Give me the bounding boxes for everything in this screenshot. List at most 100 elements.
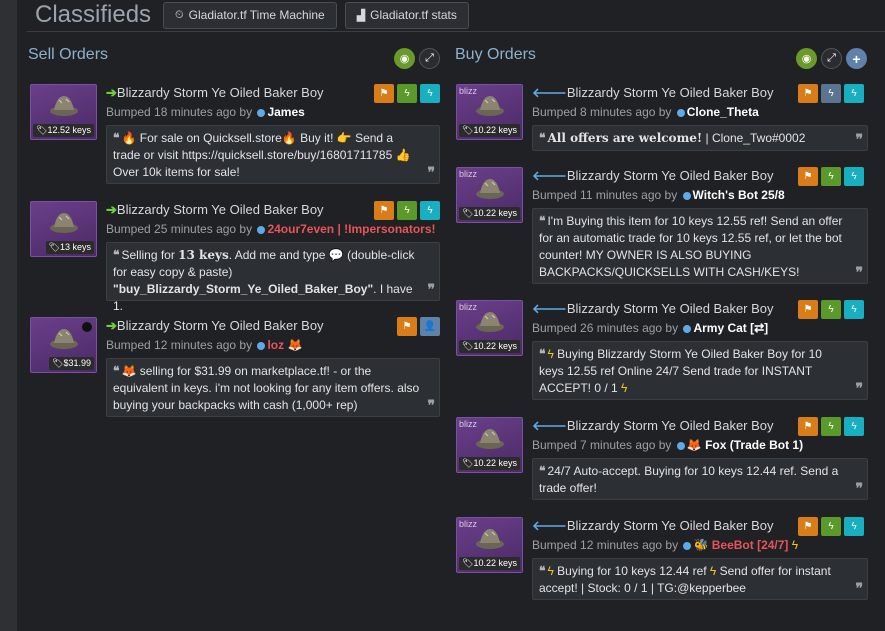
arrow-left-icon: 🡐 bbox=[532, 85, 567, 100]
flag-icon: ⚑ bbox=[402, 321, 412, 332]
quote-end-icon: ❞ bbox=[855, 131, 863, 147]
arrow-left-icon: 🡐 bbox=[532, 301, 567, 316]
header-divider bbox=[27, 31, 885, 32]
bolt-button[interactable]: ϟ bbox=[821, 517, 841, 536]
tag-icon: 🏷 bbox=[48, 242, 60, 252]
bumped-line: Bumped 26 minutes ago by Army Cat [⇄] bbox=[532, 321, 769, 335]
flag-icon: ⚑ bbox=[803, 171, 813, 182]
bolt-button[interactable]: ϟ bbox=[397, 201, 417, 220]
flag-button[interactable]: ⚑ bbox=[397, 317, 417, 336]
bolt-icon: ϟ bbox=[851, 171, 857, 182]
stats-button[interactable]: ▟ Gladiator.tf stats bbox=[344, 1, 469, 29]
listing-title[interactable]: 🡐Blizzardy Storm Ye Oiled Baker Boy bbox=[532, 301, 774, 317]
bolt-button[interactable]: ϟ bbox=[821, 417, 841, 436]
user-link[interactable]: 24our7even | !Impersonators! bbox=[267, 222, 435, 236]
quote-icon: ❝ bbox=[539, 131, 546, 145]
user-status-dot bbox=[257, 225, 266, 234]
item-thumbnail[interactable]: 🏷12.52 keys bbox=[30, 84, 97, 140]
quote-icon: ❝ bbox=[113, 364, 120, 378]
price-tag: 🏷10.22 keys bbox=[459, 457, 520, 470]
thumbs-up-icon: 👍 bbox=[395, 148, 411, 162]
listing-title[interactable]: 🡐Blizzardy Storm Ye Oiled Baker Boy bbox=[532, 168, 774, 184]
bolt-icon: ϟ bbox=[791, 538, 799, 552]
user-link[interactable]: Witch's Bot 25/8 bbox=[693, 188, 785, 202]
bolt-icon: ϟ bbox=[621, 381, 628, 395]
add-buy-order-button[interactable]: + bbox=[846, 48, 867, 69]
top-bar: Classifieds ⏲ Gladiator.tf Time Machine … bbox=[35, 0, 469, 30]
item-thumbnail[interactable]: blizz 🏷10.22 keys bbox=[456, 517, 523, 573]
item-thumbnail[interactable]: 🏷13 keys bbox=[30, 201, 97, 257]
listing-title[interactable]: 🡐Blizzardy Storm Ye Oiled Baker Boy bbox=[532, 518, 774, 534]
price-tag: 🏷$31.99 bbox=[49, 357, 94, 370]
user-status-dot bbox=[683, 541, 692, 550]
instant-trade-button[interactable]: ϟ bbox=[844, 300, 864, 319]
listing-title[interactable]: ➔Blizzardy Storm Ye Oiled Baker Boy bbox=[106, 318, 324, 334]
flag-button[interactable]: ⚑ bbox=[798, 84, 818, 103]
bumped-line: Bumped 7 minutes ago by 🦊 Fox (Trade Bot… bbox=[532, 438, 804, 452]
tag-icon: 🏷 bbox=[462, 208, 474, 218]
bolt-icon: ϟ bbox=[828, 88, 834, 99]
listing-title[interactable]: 🡐Blizzardy Storm Ye Oiled Baker Boy bbox=[532, 85, 774, 101]
user-link[interactable]: Clone_Theta bbox=[687, 105, 759, 119]
quote-icon: ❝ bbox=[539, 347, 546, 361]
quote-end-icon: ❞ bbox=[427, 281, 435, 297]
flag-button[interactable]: ⚑ bbox=[374, 84, 394, 103]
listing-title[interactable]: ➔Blizzardy Storm Ye Oiled Baker Boy bbox=[106, 202, 324, 218]
user-link[interactable]: Fox (Trade Bot 1) bbox=[705, 438, 803, 452]
user-icon: 👤 bbox=[423, 321, 437, 332]
hat-image bbox=[476, 429, 504, 449]
item-thumbnail[interactable]: blizz 🏷10.22 keys bbox=[456, 300, 523, 356]
tag-icon: 🏷 bbox=[462, 458, 474, 468]
bee-icon: 🐝 bbox=[693, 538, 709, 552]
instant-trade-button[interactable]: ϟ bbox=[844, 84, 864, 103]
bolt-button[interactable]: ϟ bbox=[821, 84, 841, 103]
bolt-button[interactable]: ϟ bbox=[821, 300, 841, 319]
flag-button[interactable]: ⚑ bbox=[798, 517, 818, 536]
sell-expand-button[interactable]: ⤢ bbox=[419, 48, 440, 69]
flag-button[interactable]: ⚑ bbox=[798, 167, 818, 186]
flag-button[interactable]: ⚑ bbox=[798, 300, 818, 319]
listing-title[interactable]: ➔Blizzardy Storm Ye Oiled Baker Boy bbox=[106, 85, 324, 101]
listing-description: ❝ Selling for 13 keys. Add me and type 💬 … bbox=[106, 242, 440, 313]
listing-title[interactable]: 🡐Blizzardy Storm Ye Oiled Baker Boy bbox=[532, 418, 774, 434]
flag-button[interactable]: ⚑ bbox=[798, 417, 818, 436]
bolt-button[interactable]: ϟ bbox=[821, 167, 841, 186]
price-tag: 🏷10.22 keys bbox=[459, 124, 520, 137]
fox-icon: 🦊 bbox=[686, 438, 702, 452]
stats-label: Gladiator.tf stats bbox=[370, 8, 457, 22]
instant-trade-button[interactable]: ϟ bbox=[844, 167, 864, 186]
arrow-left-icon: 🡐 bbox=[532, 418, 567, 433]
instant-trade-button[interactable]: ϟ bbox=[420, 201, 440, 220]
add-friend-button[interactable]: 👤 bbox=[420, 317, 440, 336]
hat-image bbox=[50, 96, 78, 116]
listing-actions: ⚑ ϟ ϟ bbox=[798, 167, 864, 186]
arrow-left-icon: 🡐 bbox=[532, 168, 567, 183]
instant-trade-button[interactable]: ϟ bbox=[844, 417, 864, 436]
sell-eye-button[interactable]: ◉ bbox=[394, 48, 415, 69]
user-link[interactable]: loz bbox=[267, 338, 284, 352]
hat-image bbox=[476, 96, 504, 116]
instant-trade-button[interactable]: ϟ bbox=[844, 517, 864, 536]
price-tag: 🏷12.52 keys bbox=[33, 124, 94, 137]
quote-end-icon: ❞ bbox=[427, 397, 435, 413]
user-link[interactable]: BeeBot [24/7] bbox=[712, 538, 789, 552]
buy-expand-button[interactable]: ⤢ bbox=[821, 48, 842, 69]
buy-eye-button[interactable]: ◉ bbox=[796, 48, 817, 69]
item-thumbnail[interactable]: blizz 🏷10.22 keys bbox=[456, 167, 523, 223]
bolt-icon: ϟ bbox=[404, 88, 410, 99]
item-thumbnail[interactable]: blizz 🏷10.22 keys bbox=[456, 84, 523, 140]
instant-trade-button[interactable]: ϟ bbox=[420, 84, 440, 103]
time-machine-button[interactable]: ⏲ Gladiator.tf Time Machine bbox=[163, 1, 337, 29]
user-link[interactable]: James bbox=[267, 105, 304, 119]
item-thumbnail[interactable]: 🏷$31.99 bbox=[30, 317, 97, 373]
price-tag: 🏷10.22 keys bbox=[459, 207, 520, 220]
user-link[interactable]: Army Cat [⇄] bbox=[693, 321, 768, 335]
price-tag: 🏷13 keys bbox=[45, 241, 94, 254]
pointing-hand-icon: 👉 bbox=[336, 131, 352, 145]
flag-icon: ⚑ bbox=[803, 304, 813, 315]
bolt-button[interactable]: ϟ bbox=[397, 84, 417, 103]
flag-button[interactable]: ⚑ bbox=[374, 201, 394, 220]
item-thumbnail[interactable]: blizz 🏷10.22 keys bbox=[456, 417, 523, 473]
bolt-icon: ϟ bbox=[828, 521, 834, 532]
fox-icon: 🦊 bbox=[287, 338, 303, 352]
